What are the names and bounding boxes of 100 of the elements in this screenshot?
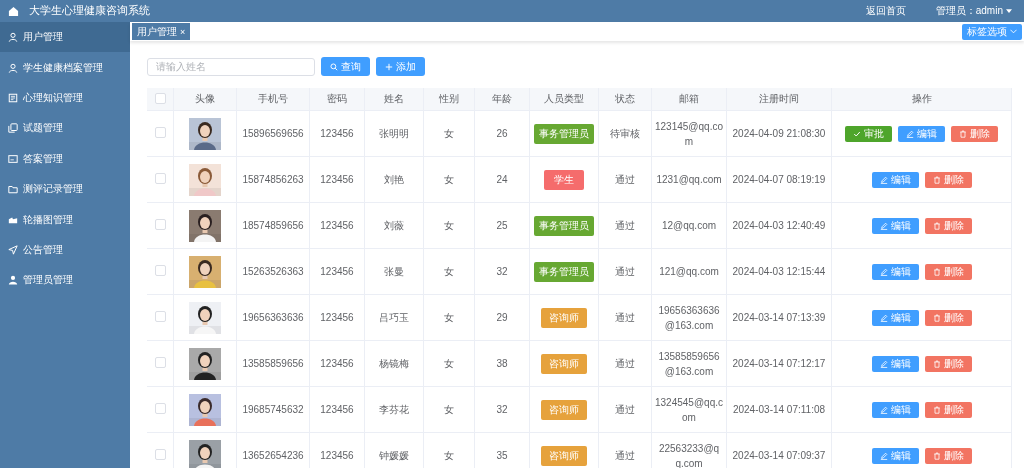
column-header: 手机号 [236,88,310,111]
table-cell: 19656363636@163.com [651,294,727,341]
table-cell: 121@qq.com [651,248,727,295]
pencil-icon [879,175,888,184]
sidebar-label: 心理知识管理 [23,90,83,105]
checkbox[interactable] [154,311,166,322]
page-tab[interactable]: 用户管理 × [132,23,191,40]
table-cell: 29 [474,294,530,341]
sidebar-label: 用户管理 [23,30,63,45]
checkbox[interactable] [154,219,166,230]
checkbox[interactable] [154,92,166,104]
delete-button[interactable]: 删除 [924,355,972,372]
table-cell: 2024-04-03 12:40:49 [726,202,832,249]
checkbox[interactable] [154,265,166,276]
table-cell: 2024-03-14 07:12:17 [726,340,832,387]
sidebar-label: 轮播图管理 [23,212,73,227]
user-icon [8,32,18,43]
checkbox[interactable] [154,173,166,184]
edit-button[interactable]: 编辑 [871,263,919,280]
home-icon[interactable] [8,5,19,17]
tab-options-button[interactable]: 标签选项 [962,23,1022,40]
type-tag: 学生 [544,169,584,190]
pencil-icon [879,313,888,322]
type-tag: 咨询师 [541,445,587,466]
column-header: 性别 [423,88,475,111]
pencil-icon [879,267,888,276]
edit-button[interactable]: 编辑 [898,125,945,142]
folder-icon [8,184,18,195]
edit-button[interactable]: 编辑 [871,171,919,188]
trash-icon [932,313,941,322]
table-cell: 女 [423,202,475,249]
search-icon [330,62,338,71]
table-cell: 26 [474,110,530,157]
checkbox[interactable] [154,403,166,414]
checkbox[interactable] [154,357,166,368]
delete-button[interactable]: 删除 [924,263,972,280]
pencil-icon [879,359,888,368]
user-menu[interactable]: 管理员：admin [935,4,1012,18]
trash-icon [959,129,967,138]
edit-button[interactable]: 编辑 [871,355,919,372]
table-cell: 刘艳 [364,156,424,203]
delete-button[interactable]: 删除 [924,401,972,418]
table-cell: 女 [423,156,475,203]
sidebar-item[interactable]: 测评记录管理 [0,173,130,205]
column-header: 年龄 [474,88,530,111]
delete-button[interactable]: 删除 [924,217,972,234]
table-cell: 38 [474,340,530,387]
sidebar-label: 试题管理 [23,121,63,136]
sidebar-item[interactable]: 用户管理 [0,22,130,53]
table-cell: 123456 [309,386,365,433]
table-cell: 钟媛媛 [364,432,424,468]
home-link[interactable]: 返回首页 [865,4,906,18]
column-header: 操作 [831,88,1012,111]
copy-icon [8,123,18,134]
document-icon [8,92,18,103]
delete-button[interactable]: 删除 [924,171,972,188]
table-cell: 刘薇 [364,202,424,249]
add-button[interactable]: 添加 [376,57,425,76]
table-cell: 32 [474,248,530,295]
sidebar-item[interactable]: 答案管理 [0,143,130,174]
close-icon[interactable]: × [180,26,186,37]
table-cell: 2024-04-03 12:15:44 [726,248,832,295]
sidebar-item[interactable]: 公告管理 [0,234,130,266]
search-field[interactable]: 请输入姓名 [147,57,315,76]
delete-button[interactable]: 删除 [924,309,972,326]
checkbox[interactable] [154,127,166,138]
trash-icon [932,267,941,276]
pencil-icon [879,451,888,460]
table-cell: 2024-04-09 21:08:30 [726,110,832,157]
sidebar-label: 答案管理 [23,151,63,166]
table-cell: 123145@qq.com [651,110,727,157]
table-cell: 通过 [598,432,652,468]
query-button[interactable]: 查询 [321,57,370,76]
delete-button[interactable]: 删除 [951,125,998,142]
table-cell: 吕巧玉 [364,294,424,341]
trash-icon [932,221,941,230]
check-icon [853,129,861,138]
delete-button[interactable]: 删除 [924,447,972,464]
edit-button[interactable]: 编辑 [871,217,919,234]
sidebar-item[interactable]: 学生健康档案管理 [0,52,130,83]
app-title: 大学生心理健康咨询系统 [29,4,150,18]
edit-button[interactable]: 编辑 [871,447,919,464]
table-cell: 张曼 [364,248,424,295]
edit-button[interactable]: 编辑 [871,401,919,418]
table-cell: 13652654236 [236,432,310,468]
sidebar-item[interactable]: 试题管理 [0,113,130,144]
table-cell: 123456 [309,202,365,249]
trash-icon [932,451,941,460]
table-cell: 19685745632 [236,386,310,433]
sidebar-item[interactable]: 管理员管理 [0,265,130,296]
sidebar-item[interactable]: 心理知识管理 [0,82,130,114]
table-cell: 2024-03-14 07:09:37 [726,432,832,468]
approve-button[interactable]: 审批 [845,125,892,142]
column-header: 邮箱 [651,88,727,111]
edit-button[interactable]: 编辑 [871,309,919,326]
sidebar-label: 学生健康档案管理 [23,60,103,75]
sidebar-item[interactable]: 轮播图管理 [0,204,130,235]
checkbox[interactable] [154,449,166,460]
table-cell: 杨镜梅 [364,340,424,387]
pencil-icon [906,129,914,138]
